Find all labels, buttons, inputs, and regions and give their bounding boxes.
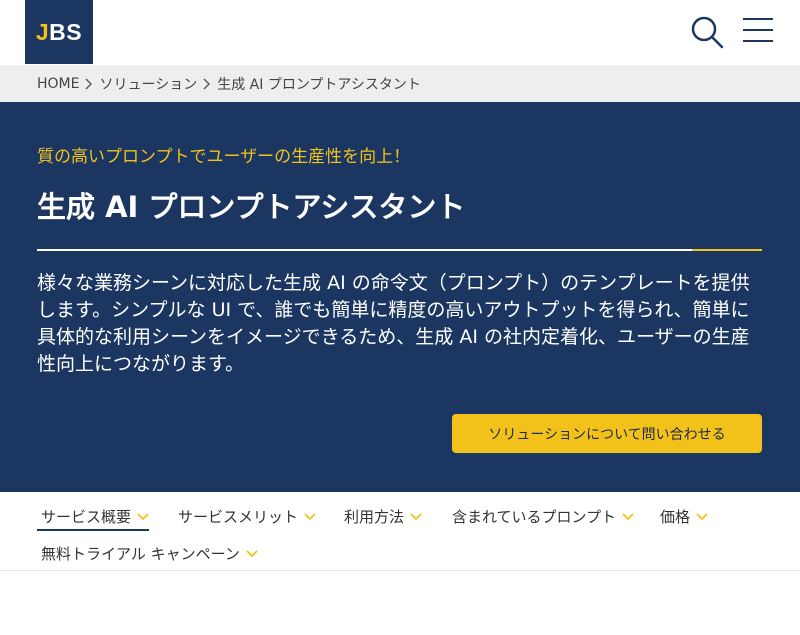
tab-label: サービス概要	[41, 507, 132, 526]
tab-free-trial[interactable]: 無料トライアル キャンペーン	[41, 538, 258, 568]
hero-tagline: 質の高いプロンプトでユーザーの生産性を向上！	[37, 147, 411, 167]
chevron-down-icon	[696, 507, 708, 525]
chevron-down-icon	[410, 507, 422, 525]
breadcrumb-solutions[interactable]: ソリューション	[99, 74, 197, 94]
chevron-down-icon	[304, 507, 316, 525]
chevron-down-icon	[246, 544, 258, 562]
hero-description: 様々な業務シーンに対応した生成 AI の命令文（プロンプト）のテンプレートを提供…	[37, 272, 750, 375]
tab-label: 利用方法	[344, 507, 405, 526]
chevron-right-icon	[197, 76, 217, 91]
search-button[interactable]	[689, 14, 725, 50]
chevron-down-icon	[137, 507, 149, 525]
contact-button[interactable]: ソリューションについて問い合わせる	[452, 414, 762, 453]
tab-included-prompts[interactable]: 含まれているプロンプト	[452, 501, 634, 531]
section-tabs: サービス概要 サービスメリット 利用方法 含まれているプロンプト 価格 無料トラ…	[0, 492, 800, 571]
chevron-right-icon	[79, 76, 99, 91]
tab-label: 価格	[660, 507, 691, 526]
search-icon	[691, 16, 724, 49]
logo-text: JBS	[35, 18, 83, 45]
hero-divider	[37, 249, 762, 251]
site-header: JBS	[0, 0, 800, 65]
menu-button[interactable]	[742, 16, 774, 44]
jbs-logo[interactable]: JBS	[25, 0, 93, 64]
tab-price[interactable]: 価格	[660, 501, 708, 531]
hero-section: 質の高いプロンプトでユーザーの生産性を向上！ 生成 AI プロンプトアシスタント…	[0, 102, 800, 492]
breadcrumb: HOME ソリューション 生成 AI プロンプトアシスタント	[0, 65, 800, 102]
hamburger-menu-icon	[743, 18, 773, 42]
tab-service-overview[interactable]: サービス概要	[41, 501, 149, 531]
active-tab-indicator	[37, 529, 149, 531]
page-title: 生成 AI プロンプトアシスタント	[37, 190, 466, 224]
hero-divider-accent	[692, 249, 762, 251]
chevron-down-icon	[622, 507, 634, 525]
tab-label: 含まれているプロンプト	[452, 507, 617, 526]
tab-label: 無料トライアル キャンペーン	[41, 544, 240, 563]
breadcrumb-home[interactable]: HOME	[37, 76, 79, 92]
tab-usage[interactable]: 利用方法	[344, 501, 422, 531]
breadcrumb-current: 生成 AI プロンプトアシスタント	[217, 76, 421, 93]
tab-service-merits[interactable]: サービスメリット	[178, 501, 316, 531]
tab-label: サービスメリット	[178, 507, 299, 526]
